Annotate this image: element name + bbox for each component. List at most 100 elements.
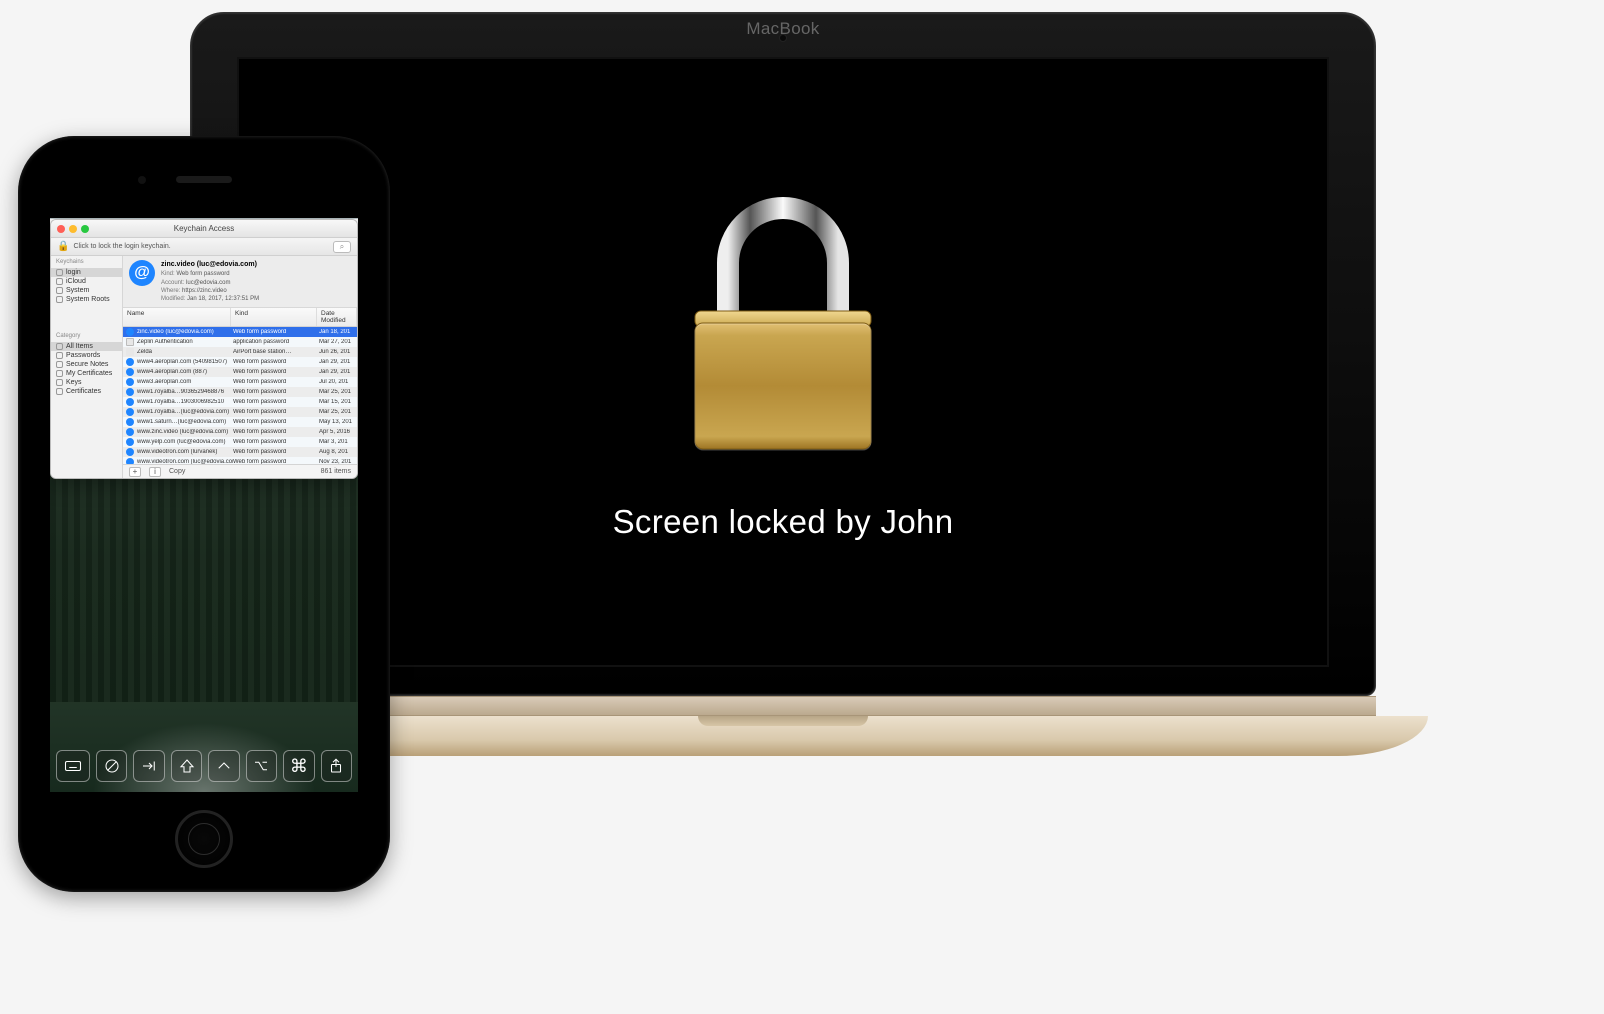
- add-button[interactable]: +: [129, 467, 141, 477]
- table-row[interactable]: www1.royalba…1903006982510Web form passw…: [123, 397, 357, 407]
- iphone-speaker: [176, 176, 232, 183]
- category-icon: [56, 361, 63, 368]
- table-row[interactable]: www1.saturn…(luc@edovia.com)Web form pas…: [123, 417, 357, 427]
- row-date: Mar 25, 201: [319, 389, 357, 395]
- home-button[interactable]: [175, 810, 233, 868]
- sidebar-category-all[interactable]: All Items: [51, 342, 122, 351]
- keychain-icon: [56, 278, 63, 285]
- row-kind: application password: [233, 339, 319, 345]
- row-icon: [126, 448, 134, 456]
- sidebar-category-secure-notes[interactable]: Secure Notes: [51, 360, 122, 369]
- macbook-display: Screen locked by John: [237, 57, 1329, 667]
- keyboard-icon[interactable]: [56, 750, 90, 782]
- control-icon[interactable]: [208, 750, 239, 782]
- sidebar-category-keys[interactable]: Keys: [51, 378, 122, 387]
- row-date: Jan 18, 201: [319, 329, 357, 335]
- main-pane: @ zinc.video (luc@edovia.com) Kind: Web …: [123, 256, 357, 478]
- row-name: www1.saturn…(luc@edovia.com): [137, 419, 233, 425]
- row-icon: [126, 428, 134, 436]
- row-name: www4.aeroplan.com (540981507): [137, 359, 233, 365]
- sidebar-keychain-icloud[interactable]: iCloud: [51, 277, 122, 286]
- category-icon: [56, 388, 63, 395]
- table-row[interactable]: www.videotron.com (lurvanek)Web form pas…: [123, 447, 357, 457]
- forbid-icon[interactable]: [96, 750, 127, 782]
- col-date[interactable]: Date Modified: [317, 308, 357, 326]
- option-icon[interactable]: [246, 750, 277, 782]
- iphone: Keychain Access File Edit View Window He…: [18, 136, 390, 892]
- sidebar-category-certificates[interactable]: Certificates: [51, 387, 122, 396]
- row-kind: Web form password: [233, 399, 319, 405]
- at-icon: @: [129, 260, 155, 286]
- row-kind: Web form password: [233, 419, 319, 425]
- keychain-icon: [56, 296, 63, 303]
- detail-where: https://zinc.video: [182, 288, 227, 294]
- col-kind[interactable]: Kind: [231, 308, 317, 326]
- table-row[interactable]: ZeldaAirPort base station…Jun 26, 201: [123, 347, 357, 357]
- table-body[interactable]: zinc.video (luc@edovia.com)Web form pass…: [123, 327, 357, 464]
- table-row[interactable]: www3.aeroplan.comWeb form passwordJul 20…: [123, 377, 357, 387]
- sidebar-keychain-login[interactable]: login: [51, 268, 122, 277]
- row-name: Zeplin Authentication: [137, 339, 233, 345]
- table-row[interactable]: www1.royalba…9036529468876Web form passw…: [123, 387, 357, 397]
- item-count: 861 items: [321, 468, 351, 475]
- tab-icon[interactable]: [133, 750, 164, 782]
- category-icon: [56, 379, 63, 386]
- row-icon: [126, 358, 134, 366]
- row-kind: Web form password: [233, 389, 319, 395]
- table-row[interactable]: www4.aeroplan.com (887)Web form password…: [123, 367, 357, 377]
- row-icon: [126, 408, 134, 416]
- row-date: Mar 15, 201: [319, 399, 357, 405]
- row-kind: Web form password: [233, 429, 319, 435]
- detail-account: luc@edovia.com: [186, 280, 230, 286]
- lock-message: Screen locked by John: [613, 503, 954, 541]
- row-name: www.yelp.com (luc@edovia.com): [137, 439, 233, 445]
- command-icon[interactable]: ⌘: [283, 750, 314, 782]
- keychain-icon: [56, 269, 63, 276]
- iphone-sensor: [138, 176, 146, 184]
- row-date: Mar 25, 201: [319, 409, 357, 415]
- table-row[interactable]: www.zinc.video (luc@edovia.com)Web form …: [123, 427, 357, 437]
- row-name: www1.royalba…(luc@edovia.com): [137, 409, 233, 415]
- window-toolbar: 🔒 Click to lock the login keychain. ⌕: [51, 238, 357, 256]
- table-row[interactable]: zinc.video (luc@edovia.com)Web form pass…: [123, 327, 357, 337]
- row-kind: Web form password: [233, 359, 319, 365]
- row-name: www1.royalba…1903006982510: [137, 399, 233, 405]
- row-date: Aug 8, 201: [319, 449, 357, 455]
- sidebar-category-my-certificates[interactable]: My Certificates: [51, 369, 122, 378]
- macbook-notch: [698, 716, 868, 726]
- info-button[interactable]: i: [149, 467, 161, 477]
- row-name: Zelda: [137, 349, 233, 355]
- shift-icon[interactable]: [171, 750, 202, 782]
- category-icon: [56, 352, 63, 359]
- copy-button[interactable]: Copy: [169, 468, 185, 475]
- table-row[interactable]: www4.aeroplan.com (540981507)Web form pa…: [123, 357, 357, 367]
- lock-icon: [673, 183, 893, 463]
- row-name: www.zinc.video (luc@edovia.com): [137, 429, 233, 435]
- table-header[interactable]: Name Kind Date Modified: [123, 308, 357, 327]
- table-row[interactable]: www1.royalba…(luc@edovia.com)Web form pa…: [123, 407, 357, 417]
- search-field[interactable]: ⌕: [333, 241, 351, 253]
- lock-keychain-icon[interactable]: 🔒: [57, 241, 69, 252]
- row-name: www4.aeroplan.com (887): [137, 369, 233, 375]
- row-kind: AirPort base station…: [233, 349, 319, 355]
- row-kind: Web form password: [233, 439, 319, 445]
- window-titlebar[interactable]: Keychain Access: [51, 220, 357, 238]
- row-icon: [126, 388, 134, 396]
- table-row[interactable]: www.yelp.com (luc@edovia.com)Web form pa…: [123, 437, 357, 447]
- category-icon: [56, 343, 63, 350]
- row-kind: Web form password: [233, 379, 319, 385]
- sidebar-keychain-system[interactable]: System: [51, 286, 122, 295]
- share-icon[interactable]: [321, 750, 352, 782]
- sidebar-category-passwords[interactable]: Passwords: [51, 351, 122, 360]
- phone-toolbar: ⌘: [56, 750, 352, 782]
- toolbar-hint: Click to lock the login keychain.: [73, 243, 170, 250]
- detail-kind: Web form password: [176, 271, 229, 277]
- sidebar-keychain-system-roots[interactable]: System Roots: [51, 295, 122, 304]
- macbook-logo: MacBook: [746, 19, 819, 39]
- row-date: Jun 26, 201: [319, 349, 357, 355]
- item-detail: @ zinc.video (luc@edovia.com) Kind: Web …: [123, 256, 357, 308]
- table-row[interactable]: www.videotron.com (luc@edovia.com)Web fo…: [123, 457, 357, 464]
- table-row[interactable]: Zeplin Authenticationapplication passwor…: [123, 337, 357, 347]
- col-name[interactable]: Name: [123, 308, 231, 326]
- detail-title: zinc.video (luc@edovia.com): [161, 260, 259, 269]
